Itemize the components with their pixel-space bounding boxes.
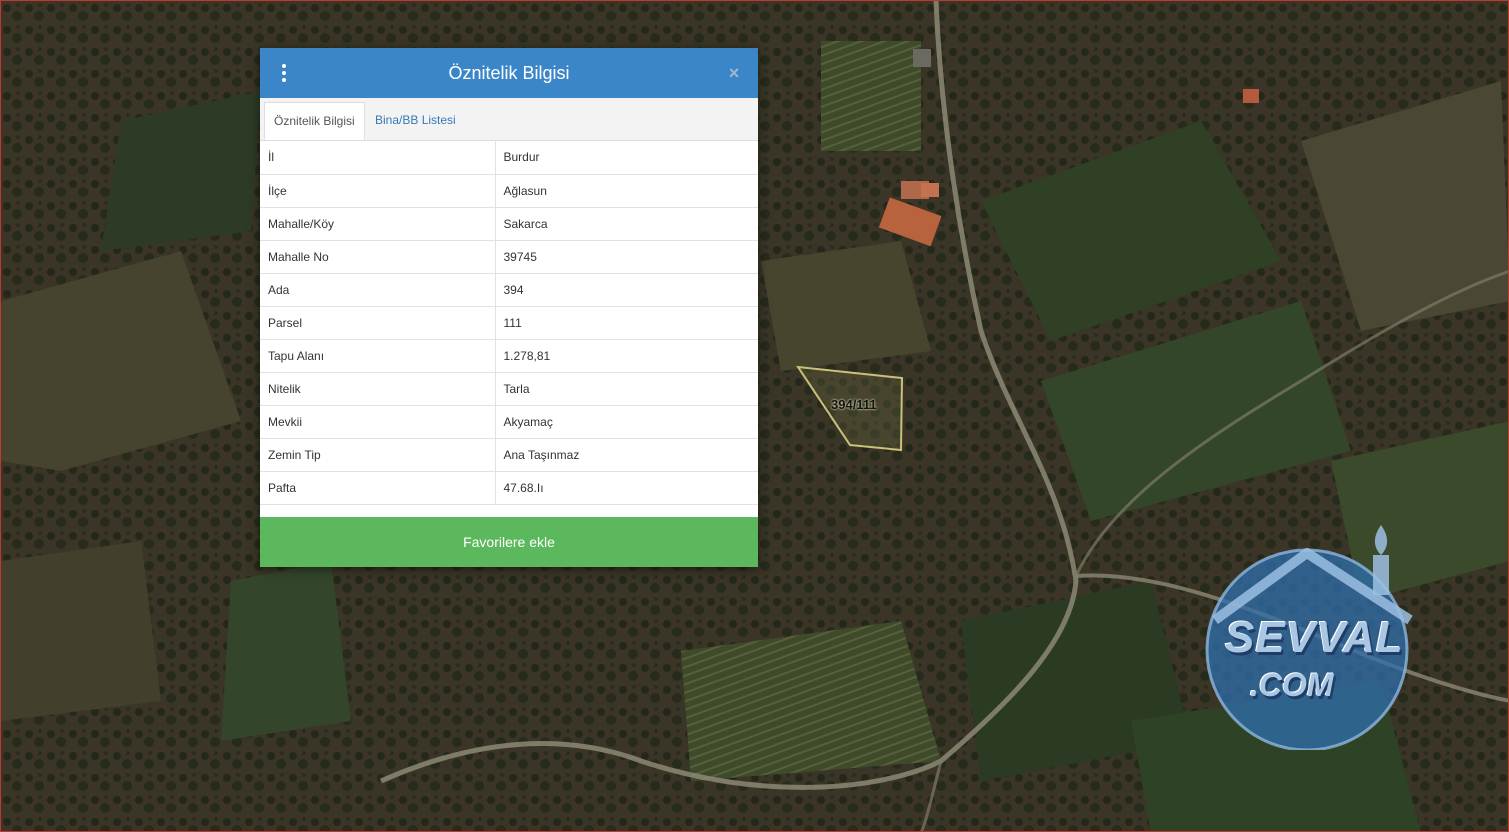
row-key: Mevkii bbox=[260, 405, 496, 439]
table-row: Tapu Alanı 1.278,81 bbox=[260, 339, 758, 373]
row-key: Nitelik bbox=[260, 372, 496, 406]
table-row: Mevkii Akyamaç bbox=[260, 405, 758, 439]
add-to-favorites-button[interactable]: Favorilere ekle bbox=[260, 517, 758, 567]
table-row: Mahalle/Köy Sakarca bbox=[260, 207, 758, 241]
row-key: Parsel bbox=[260, 306, 496, 340]
dialog-title: Öznitelik Bilgisi bbox=[448, 63, 570, 83]
row-value: Akyamaç bbox=[495, 405, 758, 439]
row-key: Mahalle/Köy bbox=[260, 207, 496, 241]
row-value: Burdur bbox=[495, 141, 758, 175]
row-value: 47.68.Iı bbox=[495, 471, 758, 505]
table-row: Parsel 111 bbox=[260, 306, 758, 340]
watermark-text-line1: SEVVAL bbox=[1225, 613, 1404, 662]
attribute-table: İl Burdur İlçe Ağlasun Mahalle/Köy Sakarca … bbox=[260, 141, 758, 505]
tab-attribute-info[interactable]: Öznitelik Bilgisi bbox=[264, 102, 365, 140]
close-icon[interactable]: × bbox=[723, 61, 745, 85]
row-key: Ada bbox=[260, 273, 496, 307]
attribute-dialog: Öznitelik Bilgisi × Öznitelik Bilgisi Bi… bbox=[260, 48, 758, 567]
row-key: İl bbox=[260, 141, 496, 175]
table-row: İlçe Ağlasun bbox=[260, 174, 758, 208]
tab-bar: Öznitelik Bilgisi Bina/BB Listesi bbox=[260, 98, 758, 141]
dialog-header: Öznitelik Bilgisi × bbox=[260, 48, 758, 98]
row-key: Zemin Tip bbox=[260, 438, 496, 472]
watermark-logo: SEVVAL .COM bbox=[1195, 525, 1425, 752]
table-row: Pafta 47.68.Iı bbox=[260, 471, 758, 505]
row-key: İlçe bbox=[260, 174, 496, 208]
row-key: Tapu Alanı bbox=[260, 339, 496, 373]
row-value: Tarla bbox=[495, 372, 758, 406]
row-key: Pafta bbox=[260, 471, 496, 505]
row-value: Sakarca bbox=[495, 207, 758, 241]
row-value: 394 bbox=[495, 273, 758, 307]
table-row: Mahalle No 39745 bbox=[260, 240, 758, 274]
parcel-label: 394/111 bbox=[831, 397, 877, 412]
tab-building-list[interactable]: Bina/BB Listesi bbox=[366, 102, 465, 140]
table-row: İl Burdur bbox=[260, 141, 758, 175]
table-row: Zemin Tip Ana Taşınmaz bbox=[260, 438, 758, 472]
row-value: Ağlasun bbox=[495, 174, 758, 208]
watermark-text-line2: .COM bbox=[1250, 667, 1334, 703]
row-value: 1.278,81 bbox=[495, 339, 758, 373]
table-row: Ada 394 bbox=[260, 273, 758, 307]
table-row: Nitelik Tarla bbox=[260, 372, 758, 406]
row-value: 111 bbox=[495, 306, 758, 340]
row-value: 39745 bbox=[495, 240, 758, 274]
row-value: Ana Taşınmaz bbox=[495, 438, 758, 472]
row-key: Mahalle No bbox=[260, 240, 496, 274]
